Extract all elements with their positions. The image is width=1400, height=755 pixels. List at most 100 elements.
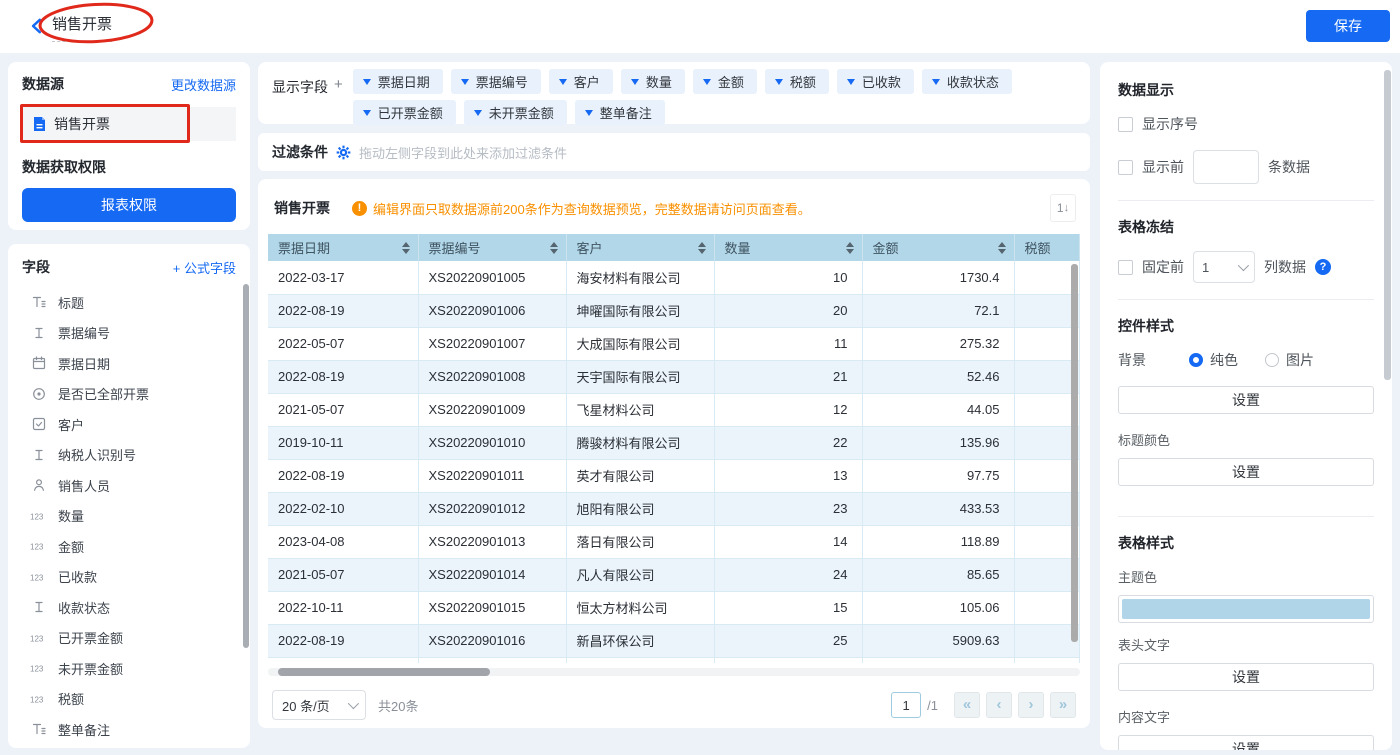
display-field-chip[interactable]: 数量 — [621, 69, 685, 94]
header-text-set-button[interactable]: 设置 — [1118, 663, 1374, 691]
sort-arrows-icon[interactable] — [402, 242, 410, 254]
solid-color-radio[interactable] — [1189, 353, 1203, 367]
display-field-chip[interactable]: 整单备注 — [575, 100, 665, 125]
display-field-chip[interactable]: 已开票金额 — [353, 100, 456, 125]
sort-order-icon[interactable]: 1↓ — [1050, 194, 1076, 222]
theme-color-swatch — [1122, 599, 1370, 619]
report-permission-button[interactable]: 报表权限 — [22, 188, 236, 222]
table-cell: 14 — [714, 525, 862, 558]
save-button[interactable]: 保存 — [1306, 10, 1390, 42]
table-row[interactable]: 2022-08-19XS20220901011英才有限公司1397.75 — [268, 459, 1080, 492]
sort-arrows-icon[interactable] — [550, 242, 558, 254]
field-item[interactable]: 纳税人识别号 — [22, 440, 236, 471]
prev-page-icon[interactable]: ‹ — [986, 692, 1012, 718]
freeze-checkbox[interactable] — [1118, 260, 1133, 275]
column-header[interactable]: 客户 — [566, 234, 714, 261]
number-icon: 123 — [29, 692, 49, 706]
title-color-set-button[interactable]: 设置 — [1118, 458, 1374, 486]
display-field-chip[interactable]: 已收款 — [837, 69, 914, 94]
field-item[interactable]: 销售人员 — [22, 470, 236, 501]
field-item[interactable]: 123已开票金额 — [22, 623, 236, 654]
next-page-icon[interactable]: › — [1018, 692, 1044, 718]
content-text-set-button[interactable]: 设置 — [1118, 735, 1374, 750]
image-radio[interactable] — [1265, 353, 1279, 367]
page-number-input[interactable] — [891, 692, 921, 718]
display-field-chip[interactable]: 税额 — [765, 69, 829, 94]
field-item[interactable]: 票据日期 — [22, 348, 236, 379]
field-item[interactable]: 123数量 — [22, 501, 236, 532]
add-formula-field-link[interactable]: + 公式字段 — [173, 258, 236, 277]
show-index-checkbox[interactable] — [1118, 117, 1133, 132]
chip-label: 未开票金额 — [489, 103, 554, 122]
datasource-item[interactable]: 销售开票 — [22, 107, 236, 141]
field-item[interactable]: 标题 — [22, 287, 236, 318]
preview-table-viewport: 票据日期票据编号客户数量金额税额 2022-03-17XS20220901005… — [268, 234, 1080, 663]
table-row[interactable]: 2022-02-10XS20220901012旭阳有限公司23433.53 — [268, 492, 1080, 525]
column-header[interactable]: 票据编号 — [418, 234, 566, 261]
table-row[interactable]: 2021-05-07XS20220901009飞星材料公司1244.05 — [268, 393, 1080, 426]
table-row[interactable]: 2019-10-11XS20220901010腾骏材料有限公司22135.96 — [268, 426, 1080, 459]
chip-label: 数量 — [646, 72, 672, 91]
display-field-chip[interactable]: 票据日期 — [353, 69, 443, 94]
gear-icon[interactable] — [336, 145, 351, 160]
field-item[interactable]: 123未开票金额 — [22, 653, 236, 684]
table-cell: 恒太方材料公司 — [566, 591, 714, 624]
freeze-count-select[interactable]: 1 — [1193, 251, 1255, 283]
column-header[interactable]: 金额 — [862, 234, 1014, 261]
filter-drop-placeholder[interactable]: 拖动左侧字段到此处来添加过滤条件 — [359, 143, 567, 162]
table-row[interactable]: 2022-08-19XS20220901016新昌环保公司255909.63 — [268, 624, 1080, 657]
show-top-input[interactable] — [1193, 150, 1259, 184]
table-row[interactable]: 2023-04-08XS20220901013落日有限公司14118.89 — [268, 525, 1080, 558]
settings-scrollbar[interactable] — [1384, 70, 1391, 380]
table-vertical-scrollbar[interactable] — [1071, 264, 1078, 642]
field-item[interactable]: 整单备注 — [22, 714, 236, 745]
field-item[interactable]: 票据编号 — [22, 318, 236, 349]
back-icon[interactable] — [28, 17, 46, 35]
table-cell: 118.89 — [862, 525, 1014, 558]
table-row[interactable]: 2022-03-17XS20220901005海安材料有限公司101730.4 — [268, 261, 1080, 294]
theme-color-picker[interactable] — [1118, 595, 1374, 623]
table-cell — [1014, 558, 1080, 591]
table-cell: XS20220901006 — [418, 294, 566, 327]
add-display-field-button[interactable]: + — [334, 76, 343, 93]
display-field-chip[interactable]: 金额 — [693, 69, 757, 94]
table-cell: XS20220901009 — [418, 393, 566, 426]
table-row[interactable]: 2021-05-07XS20220901014凡人有限公司2485.65 — [268, 558, 1080, 591]
page-size-select[interactable]: 20 条/页 — [272, 690, 366, 720]
help-icon[interactable]: ? — [1315, 259, 1331, 275]
column-header[interactable]: 数量 — [714, 234, 862, 261]
table-row[interactable]: 2022-08-19XS20220901006坤曜国际有限公司2072.1 — [268, 294, 1080, 327]
preview-table: 票据日期票据编号客户数量金额税额 2022-03-17XS20220901005… — [268, 234, 1080, 663]
last-page-icon[interactable]: » — [1050, 692, 1076, 718]
scrollbar-thumb[interactable] — [278, 668, 490, 676]
table-cell: 10 — [714, 261, 862, 294]
change-datasource-link[interactable]: 更改数据源 — [171, 75, 236, 94]
display-field-chip[interactable]: 客户 — [549, 69, 613, 94]
show-top-checkbox[interactable] — [1118, 160, 1133, 175]
field-item[interactable]: 客户 — [22, 409, 236, 440]
table-row[interactable]: 2022-08-19XS20220901008天宇国际有限公司2152.46 — [268, 360, 1080, 393]
first-page-icon[interactable]: « — [954, 692, 980, 718]
sort-arrows-icon[interactable] — [846, 242, 854, 254]
sort-arrows-icon[interactable] — [998, 242, 1006, 254]
sort-arrows-icon[interactable] — [698, 242, 706, 254]
column-header[interactable]: 税额 — [1014, 234, 1080, 261]
table-row[interactable]: 2022-05-07XS20220901007大成国际有限公司11275.32 — [268, 327, 1080, 360]
table-cell: XS20220901007 — [418, 327, 566, 360]
field-item[interactable]: 是否已全部开票 — [22, 379, 236, 410]
table-row[interactable]: 2022-10-11XS20220901015恒太方材料公司15105.06 — [268, 591, 1080, 624]
field-item[interactable]: 123金额 — [22, 531, 236, 562]
field-item[interactable]: 123已收款 — [22, 562, 236, 593]
datasource-title: 数据源 — [22, 74, 64, 94]
fields-scrollbar[interactable] — [243, 284, 249, 648]
field-item[interactable]: 123税额 — [22, 684, 236, 715]
background-set-button[interactable]: 设置 — [1118, 386, 1374, 414]
display-field-chip[interactable]: 收款状态 — [922, 69, 1012, 94]
table-horizontal-scrollbar[interactable] — [268, 668, 1080, 676]
field-item[interactable]: 收款状态 — [22, 592, 236, 623]
column-header[interactable]: 票据日期 — [268, 234, 418, 261]
show-index-label: 显示序号 — [1142, 114, 1198, 134]
table-cell: 22 — [714, 426, 862, 459]
display-field-chip[interactable]: 未开票金额 — [464, 100, 567, 125]
display-field-chip[interactable]: 票据编号 — [451, 69, 541, 94]
